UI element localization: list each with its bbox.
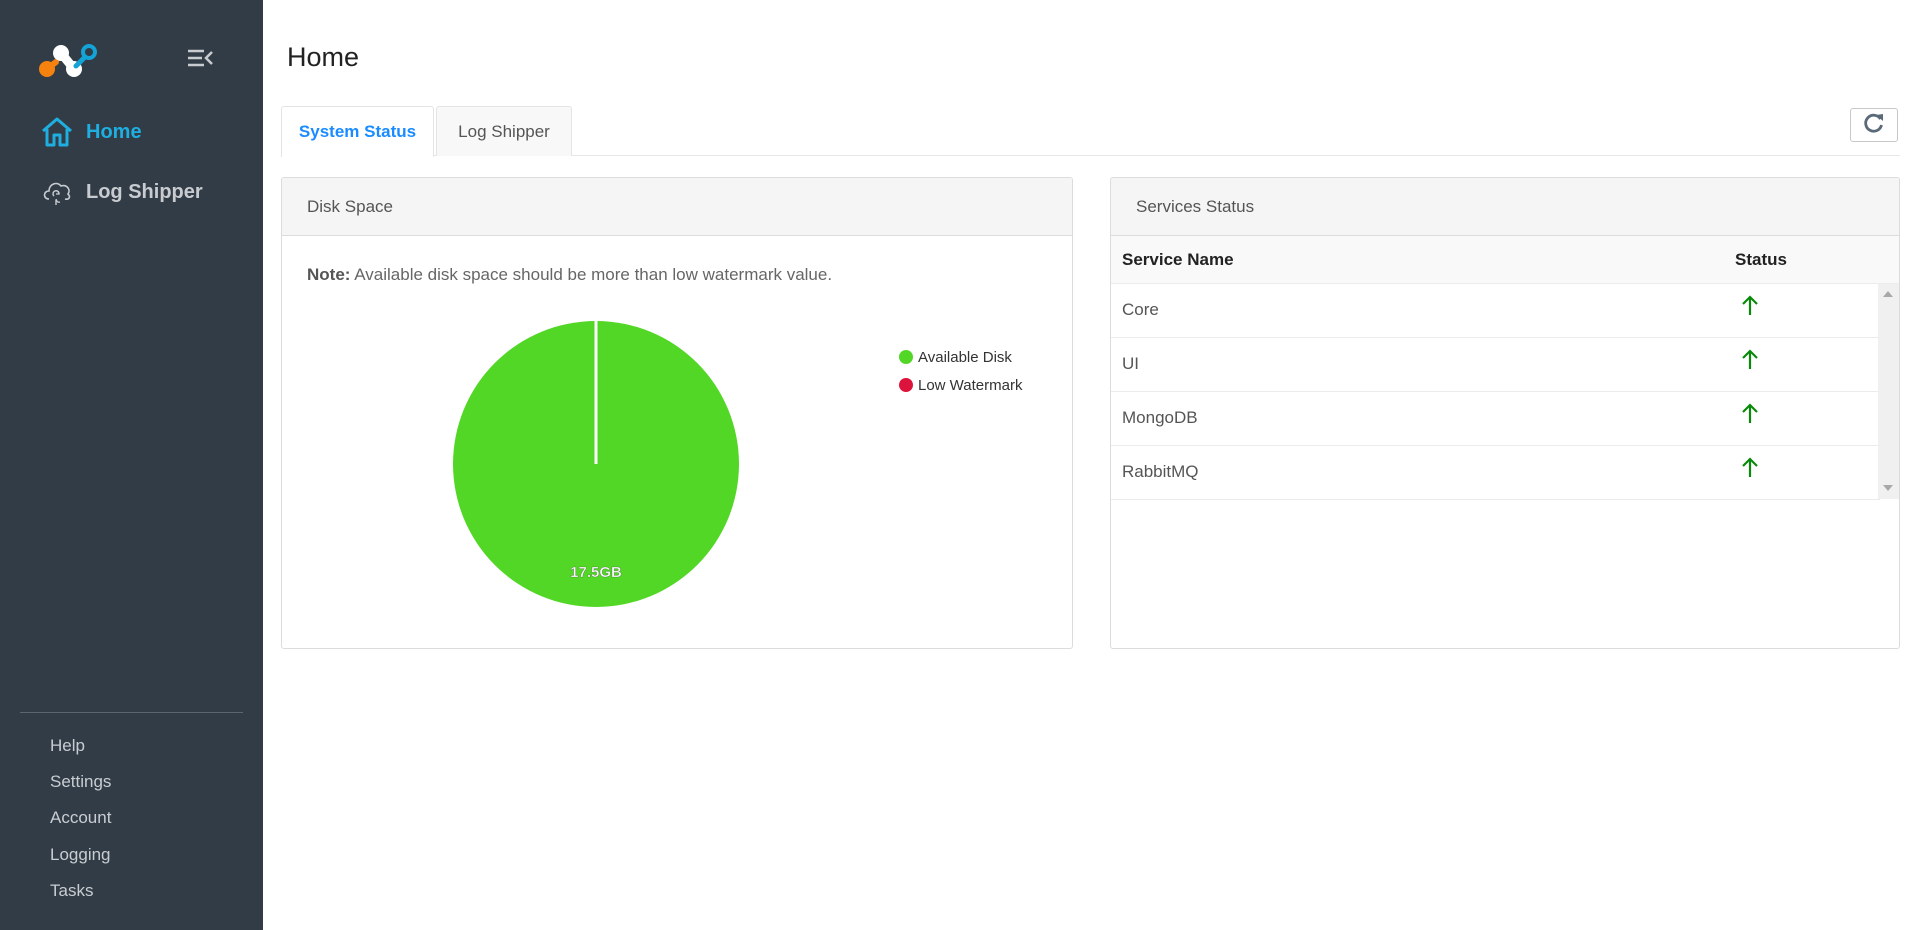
sidebar-item-home[interactable]: Home [40, 114, 142, 150]
pie-data-label: 17.5GB [570, 564, 622, 581]
table-row: MongoDB [1111, 392, 1880, 446]
status-up-icon [1741, 294, 1759, 316]
refresh-icon [1863, 112, 1885, 138]
status-up-icon [1741, 456, 1759, 478]
tab-log-shipper[interactable]: Log Shipper [436, 106, 572, 156]
sidebar-item-tasks[interactable]: Tasks [50, 881, 93, 901]
sidebar-divider [20, 712, 243, 713]
table-row: Core [1111, 284, 1880, 338]
table-row: UI [1111, 338, 1880, 392]
sidebar-item-settings[interactable]: Settings [50, 772, 111, 792]
legend-label: Available Disk [918, 348, 1012, 366]
sidebar-item-account[interactable]: Account [50, 808, 111, 828]
status-up-icon [1741, 402, 1759, 424]
sidebar: Home Log Shipper Help Settings Account L… [0, 0, 263, 930]
cloud-sync-icon [40, 175, 74, 209]
sidebar-item-label: Log Shipper [86, 180, 203, 203]
services-status-panel: Services Status Service Name Status Core… [1110, 177, 1900, 649]
tab-system-status[interactable]: System Status [281, 106, 434, 157]
collapse-sidebar-icon[interactable] [186, 47, 214, 69]
panel-title: Disk Space [282, 178, 1072, 236]
sidebar-item-log-shipper[interactable]: Log Shipper [40, 174, 203, 210]
home-icon [40, 115, 74, 149]
legend-swatch [899, 378, 913, 392]
scroll-up-arrow-icon[interactable] [1883, 291, 1893, 297]
scroll-down-arrow-icon[interactable] [1883, 485, 1893, 491]
legend-label: Low Watermark [918, 376, 1023, 394]
service-name: RabbitMQ [1122, 462, 1199, 481]
table-scrollbar[interactable] [1878, 284, 1899, 499]
column-header-service-name[interactable]: Service Name [1122, 250, 1234, 270]
app-logo[interactable] [36, 38, 100, 80]
panel-title: Services Status [1111, 178, 1899, 236]
service-name: MongoDB [1122, 408, 1198, 427]
column-header-status[interactable]: Status [1735, 250, 1787, 270]
services-table-body: Core UI MongoDB RabbitMQ [1111, 284, 1899, 500]
table-header: Service Name Status [1111, 236, 1899, 284]
legend-swatch [899, 350, 913, 364]
disk-space-panel: Disk Space Note: Available disk space sh… [281, 177, 1073, 649]
service-name: Core [1122, 300, 1159, 319]
disk-pie-chart: 17.5GB [453, 321, 739, 607]
refresh-button[interactable] [1850, 108, 1898, 142]
sidebar-item-label: Home [86, 120, 142, 143]
page-title: Home [287, 42, 360, 72]
table-row: RabbitMQ [1111, 446, 1880, 500]
sidebar-item-help[interactable]: Help [50, 736, 85, 756]
sidebar-item-logging[interactable]: Logging [50, 845, 111, 865]
legend-item-available-disk[interactable]: Available Disk [899, 343, 1022, 371]
status-up-icon [1741, 348, 1759, 370]
legend-item-low-watermark[interactable]: Low Watermark [899, 371, 1022, 399]
chart-legend: Available Disk Low Watermark [899, 343, 1022, 399]
service-name: UI [1122, 354, 1139, 373]
